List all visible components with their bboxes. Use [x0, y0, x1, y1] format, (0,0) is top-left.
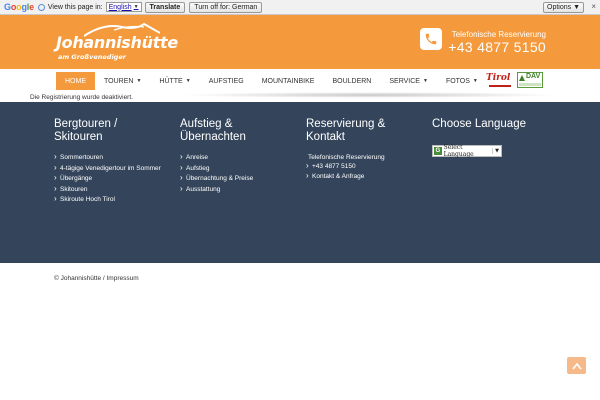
- footer-heading: Choose Language: [432, 118, 526, 130]
- footer-link[interactable]: Skiroute Hoch Tirol: [54, 195, 166, 205]
- footer-col-reservierung: Reservierung & Kontakt Telefonische Rese…: [306, 118, 418, 184]
- nav-item-bouldern[interactable]: BOULDERN: [323, 72, 380, 90]
- nav-item-huette[interactable]: HÜTTE ▼: [150, 72, 199, 90]
- options-button[interactable]: Options ▼: [543, 2, 584, 13]
- turn-off-button[interactable]: Turn off for: German: [189, 1, 263, 13]
- registration-notice: Die Registrierung wurde deaktiviert.: [30, 94, 133, 101]
- footer-col-language: Choose Language G Select Language ▼: [432, 118, 544, 158]
- footer-link[interactable]: Skitouren: [54, 185, 166, 195]
- footer-col-bergtouren: Bergtouren / Skitouren Sommertouren 4-tä…: [54, 118, 166, 207]
- nav-shadow: [180, 92, 560, 98]
- site-header: Johannishütte am Großvenediger Telefonis…: [0, 15, 600, 69]
- caret-down-icon: ▼: [185, 78, 191, 84]
- language-select[interactable]: English ▼: [105, 2, 142, 12]
- footer-link[interactable]: Ausstattung: [180, 185, 292, 195]
- google-icon: G: [434, 147, 442, 155]
- nav-item-home[interactable]: HOME: [56, 72, 95, 90]
- close-icon[interactable]: ×: [591, 2, 596, 11]
- footer-heading: Aufstieg & Übernachten: [180, 118, 246, 143]
- chevron-down-icon: ▼: [492, 148, 501, 154]
- footer-heading: Bergtouren / Skitouren: [54, 118, 118, 143]
- translate-button[interactable]: Translate: [144, 1, 186, 13]
- footer-link[interactable]: +43 4877 5150: [306, 162, 418, 172]
- dav-logo[interactable]: DAV: [517, 72, 543, 88]
- globe-icon: [37, 3, 45, 11]
- logo-subtitle: am Großvenediger: [58, 53, 126, 61]
- phone-label: Telefonische Reservierung: [451, 30, 546, 39]
- main-nav: HOME TOUREN ▼ HÜTTE ▼ AUFSTIEG MOUNTAINBIK…: [0, 69, 600, 93]
- footer-link[interactable]: Kontakt & Anfrage: [306, 172, 418, 182]
- footer-link[interactable]: Aufstieg: [180, 164, 292, 174]
- phone-number[interactable]: +43 4877 5150: [448, 39, 546, 55]
- nav-item-service[interactable]: SERVICE ▼: [380, 72, 437, 90]
- footer-heading: Reservierung & Kontakt: [306, 118, 386, 143]
- nav-item-touren[interactable]: TOUREN ▼: [95, 72, 150, 90]
- caret-down-icon: ▼: [472, 78, 478, 84]
- language-dropdown[interactable]: G Select Language ▼: [432, 144, 502, 158]
- footer-phone-label: Telefonische Reservierung: [308, 154, 385, 161]
- view-page-label: View this page in:: [47, 3, 103, 11]
- nav-item-fotos[interactable]: FOTOS ▼: [437, 72, 487, 90]
- scroll-to-top-button[interactable]: [567, 357, 586, 374]
- logo-name: Johannishütte: [56, 33, 178, 52]
- copyright-text[interactable]: © Johannishütte / Impressum: [54, 275, 139, 282]
- footer-col-aufstieg: Aufstieg & Übernachten Anreise Aufstieg …: [180, 118, 292, 196]
- google-logo: Google: [4, 2, 34, 12]
- footer-link[interactable]: Übernachtung & Preise: [180, 174, 292, 184]
- chevron-up-icon: [571, 362, 582, 369]
- footer-link[interactable]: 4-tägige Venedigertour im Sommer: [54, 164, 166, 174]
- footer-link[interactable]: Übergänge: [54, 174, 166, 184]
- google-translate-bar: Google View this page in: English ▼ Trans…: [0, 0, 600, 15]
- phone-icon: [420, 28, 442, 50]
- footer-widgets: Bergtouren / Skitouren Sommertouren 4-tä…: [0, 102, 600, 263]
- tirol-logo[interactable]: Tirol: [485, 72, 513, 88]
- caret-down-icon: ▼: [422, 78, 428, 84]
- chevron-down-icon: ▼: [133, 4, 139, 10]
- footer-link[interactable]: Anreise: [180, 153, 292, 163]
- site-logo[interactable]: Johannishütte am Großvenediger: [56, 21, 178, 63]
- footer-link[interactable]: Sommertouren: [54, 153, 166, 163]
- caret-down-icon: ▼: [136, 78, 142, 84]
- nav-item-aufstieg[interactable]: AUFSTIEG: [200, 72, 253, 90]
- nav-item-mountainbike[interactable]: MOUNTAINBIKE: [253, 72, 324, 90]
